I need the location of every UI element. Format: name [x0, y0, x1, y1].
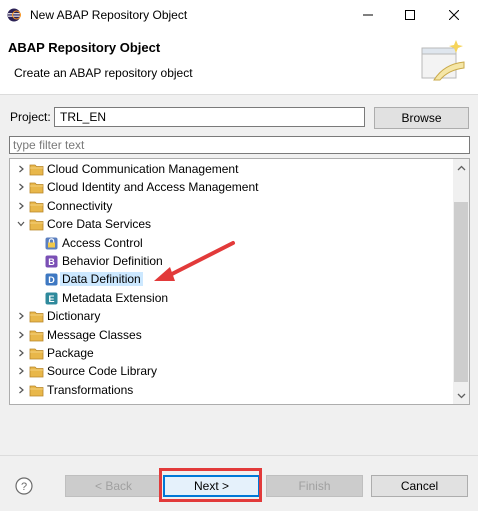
browse-button[interactable]: Browse	[374, 107, 469, 129]
svg-text:E: E	[48, 294, 54, 304]
folder-icon	[29, 330, 44, 341]
tree-item-label: Connectivity	[47, 198, 113, 213]
close-icon	[449, 10, 459, 20]
folder-icon	[29, 219, 44, 231]
tree-item-label: Behavior Definition	[62, 254, 163, 268]
svg-text:?: ?	[21, 481, 27, 493]
chevron-up-icon	[457, 165, 465, 170]
tree-item-label: Data Definition	[60, 272, 143, 287]
tree-item[interactable]: Cloud Identity and Access Management	[10, 179, 450, 197]
back-button[interactable]: < Back	[65, 475, 162, 497]
folder-icon	[29, 201, 44, 213]
tree-item-label: Core Data Services	[47, 217, 152, 232]
maximize-button[interactable]	[388, 0, 432, 30]
title-bar: New ABAP Repository Object	[0, 0, 478, 30]
tree-item-label: Access Control	[62, 235, 143, 250]
chevron-right-icon[interactable]	[16, 201, 26, 211]
page-title: ABAP Repository Object	[8, 40, 161, 55]
window-title: New ABAP Repository Object	[30, 8, 188, 22]
tree-item-label: Transformations	[47, 382, 134, 397]
finish-button[interactable]: Finish	[266, 475, 363, 497]
chevron-right-icon[interactable]	[16, 366, 26, 376]
tree-item[interactable]: D Data Definition	[10, 271, 450, 289]
close-button[interactable]	[432, 0, 476, 30]
access-control-icon	[45, 237, 58, 250]
wizard-header: ABAP Repository Object Create an ABAP re…	[0, 30, 478, 95]
tree-item[interactable]: Transformations	[10, 382, 450, 400]
tree-item[interactable]: Dictionary	[10, 308, 450, 326]
page-subtitle: Create an ABAP repository object	[14, 66, 193, 80]
tree-item[interactable]: Cloud Communication Management	[10, 161, 450, 179]
metadata-extension-icon: E	[45, 292, 58, 305]
tree-item-label: Cloud Communication Management	[47, 162, 239, 176]
tree-item-label: Source Code Library	[47, 364, 158, 379]
tree-item-label: Package	[47, 346, 94, 360]
wizard-banner-icon	[421, 40, 465, 81]
cancel-button[interactable]: Cancel	[371, 475, 468, 497]
eclipse-app-icon	[7, 8, 21, 22]
chevron-right-icon[interactable]	[16, 182, 26, 192]
minimize-button[interactable]	[346, 0, 390, 30]
chevron-down-icon	[457, 393, 465, 398]
folder-icon	[29, 182, 44, 194]
folder-icon	[29, 348, 44, 360]
chevron-right-icon[interactable]	[16, 311, 26, 321]
tree-item[interactable]: Core Data Services	[10, 216, 450, 234]
tree-item[interactable]: Source Code Library	[10, 363, 450, 381]
object-type-tree[interactable]: Cloud Communication Management Cloud Iden…	[9, 158, 470, 405]
folder-icon	[29, 311, 44, 323]
svg-text:B: B	[48, 257, 55, 267]
svg-text:D: D	[48, 275, 55, 285]
maximize-icon	[405, 10, 415, 20]
folder-icon	[29, 164, 44, 176]
tree-item-label: Metadata Extension	[62, 290, 169, 305]
tree-item[interactable]: Message Classes	[10, 327, 450, 345]
scroll-down-button[interactable]	[453, 387, 469, 404]
footer-divider	[0, 455, 478, 456]
tree-scrollbar[interactable]	[453, 159, 469, 404]
chevron-right-icon[interactable]	[16, 330, 26, 340]
scroll-up-button[interactable]	[453, 159, 469, 176]
minimize-icon	[363, 14, 373, 16]
scroll-thumb[interactable]	[454, 202, 468, 382]
filter-input[interactable]	[9, 136, 470, 154]
folder-icon	[29, 366, 44, 378]
tree-item[interactable]: Connectivity	[10, 198, 450, 216]
tree-item-label: Dictionary	[47, 309, 101, 324]
next-button[interactable]: Next >	[163, 475, 260, 497]
help-icon[interactable]: ?	[15, 477, 33, 495]
chevron-down-icon[interactable]	[16, 219, 26, 229]
chevron-right-icon[interactable]	[16, 348, 26, 358]
project-field[interactable]	[54, 107, 365, 127]
tree-item-label: Cloud Identity and Access Management	[47, 180, 259, 195]
tree-item[interactable]: Access Control	[10, 235, 450, 253]
chevron-right-icon[interactable]	[16, 385, 26, 395]
folder-icon	[29, 385, 44, 397]
data-definition-icon: D	[45, 273, 58, 286]
tree-item[interactable]: E Metadata Extension	[10, 290, 450, 308]
chevron-right-icon[interactable]	[16, 164, 26, 174]
behavior-definition-icon: B	[45, 255, 58, 268]
tree-item[interactable]: B Behavior Definition	[10, 253, 450, 271]
tree-item-label: Message Classes	[47, 327, 142, 342]
tree-item[interactable]: Package	[10, 345, 450, 363]
project-label: Project:	[10, 110, 51, 124]
